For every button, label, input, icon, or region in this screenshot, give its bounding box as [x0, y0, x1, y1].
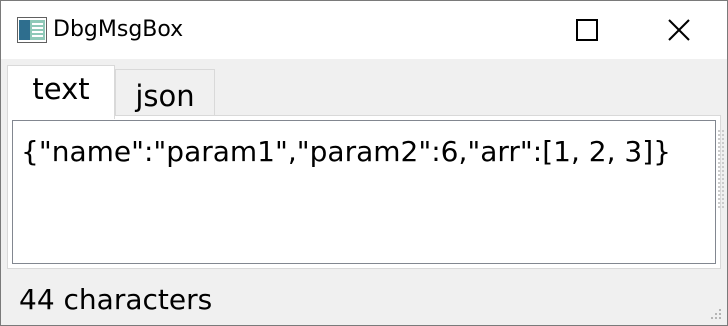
message-content: {"name":"param1","param2":6,"arr":[1, 2,…: [21, 135, 671, 168]
tab-json[interactable]: json: [115, 69, 215, 117]
title-bar[interactable]: DbgMsgBox: [1, 1, 727, 59]
dbgmsgbox-window: DbgMsgBox text json {"name":"param1","pa…: [0, 0, 728, 326]
tab-bar: text json: [1, 59, 727, 119]
character-count-label: 44 characters: [19, 283, 213, 316]
tab-text[interactable]: text: [7, 65, 115, 119]
message-text-area[interactable]: {"name":"param1","param2":6,"arr":[1, 2,…: [12, 120, 716, 264]
maximize-icon: [576, 19, 598, 41]
resize-grip-icon[interactable]: [707, 305, 723, 321]
maximize-button[interactable]: [541, 1, 633, 59]
window-title: DbgMsgBox: [53, 17, 184, 42]
window-edge-dots: [717, 129, 725, 209]
app-window-icon: [17, 17, 47, 43]
close-icon: [668, 19, 690, 41]
close-button[interactable]: [633, 1, 725, 59]
tab-page-text: {"name":"param1","param2":6,"arr":[1, 2,…: [7, 115, 721, 269]
